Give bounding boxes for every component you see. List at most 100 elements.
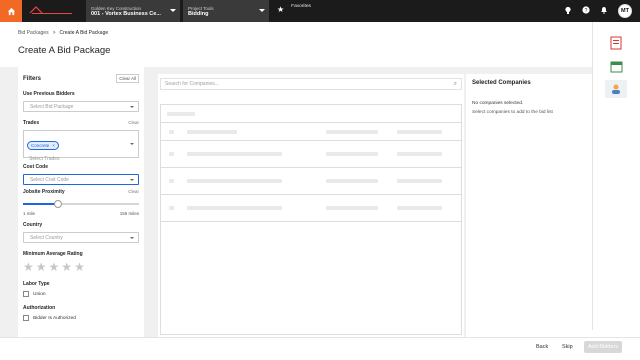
skeleton-bar (326, 179, 378, 183)
home-icon (7, 7, 15, 15)
star-icon[interactable]: ★ (23, 261, 34, 273)
previous-bidders-select[interactable]: Select Bid Package (23, 101, 139, 112)
skeleton-bar (397, 152, 442, 156)
project-selector[interactable]: Golden Key Construction 001 - Vortex Bus… (86, 0, 180, 22)
authorized-checkbox[interactable]: Bidder Is Authorized (23, 315, 139, 321)
chevron-down-icon (130, 237, 134, 239)
chevron-down-icon (170, 9, 176, 12)
project-tools-selector[interactable]: Project Tools Bidding (183, 0, 269, 22)
star-icon[interactable]: ★ (61, 261, 72, 273)
country-placeholder: Select Country (30, 234, 63, 241)
back-button[interactable]: Back (536, 344, 548, 350)
proximity-max: 155 miles (119, 211, 139, 216)
tools-value: Bidding (188, 10, 209, 17)
authorized-label: Bidder Is Authorized (33, 315, 76, 321)
star-icon: ★ (277, 5, 285, 14)
cost-code-label: Cost Code (23, 164, 48, 170)
favorites-label: Favorites (291, 4, 311, 9)
close-icon[interactable]: × (52, 143, 55, 148)
proximity-label: Jobsite Proximity (23, 189, 65, 195)
favorites-button[interactable]: ★ Favorites (277, 0, 311, 22)
breadcrumb-current: Create A Bid Package (59, 30, 109, 36)
filters-title: Filters (23, 75, 42, 82)
proximity-slider[interactable] (23, 199, 139, 209)
skip-button[interactable]: Skip (562, 344, 573, 350)
clear-all-button[interactable]: Clear All (116, 74, 139, 83)
skeleton-bar (169, 130, 174, 134)
skeleton-bar (326, 206, 378, 210)
authorization-label: Authorization (23, 305, 56, 311)
skeleton-bar (187, 152, 282, 156)
checkbox-box[interactable] (23, 315, 29, 321)
country-select[interactable]: Select Country (23, 232, 139, 243)
skeleton-bar (169, 206, 174, 210)
star-icon[interactable]: ★ (74, 261, 85, 273)
skeleton-bar (397, 130, 442, 134)
selected-title: Selected Companies (472, 80, 531, 86)
breadcrumb: Bid Packages > Create A Bid Package (18, 30, 108, 36)
cost-code-placeholder: Select Cost Code (30, 176, 69, 183)
chevron-down-icon (130, 143, 134, 145)
star-icon[interactable]: ★ (36, 261, 47, 273)
breadcrumb-separator: > (52, 30, 56, 36)
topbar-actions: ? MT (564, 0, 632, 22)
help-icon[interactable]: ? (582, 6, 590, 16)
page-footer: Back Skip Add Bidders (0, 337, 640, 360)
trade-chip-label: Concrete (31, 143, 50, 148)
selected-companies-panel: Selected Companies No companies selected… (466, 74, 592, 337)
skeleton-bar (169, 179, 174, 183)
selected-empty-message: No companies selected. (472, 101, 524, 106)
svg-text:?: ? (585, 8, 588, 14)
avatar[interactable]: MT (618, 4, 632, 18)
star-icon[interactable]: ★ (49, 261, 60, 273)
skeleton-bar (169, 152, 174, 156)
trades-select[interactable]: Concrete × Select Trades (23, 130, 139, 162)
rating-stars[interactable]: ★ ★ ★ ★ ★ (23, 261, 139, 273)
table-row (161, 141, 461, 168)
previous-bidders-placeholder: Select Bid Package (30, 103, 74, 110)
proximity-clear-button[interactable]: Clear (128, 189, 139, 195)
page-header: Bid Packages > Create A Bid Package Crea… (0, 22, 592, 67)
calendar-icon[interactable] (605, 57, 627, 75)
country-label: Country (23, 222, 43, 228)
union-checkbox[interactable]: Union (23, 291, 139, 297)
skeleton-bar (326, 130, 378, 134)
breadcrumb-bid-packages[interactable]: Bid Packages (18, 30, 49, 36)
cost-code-select[interactable]: Select Cost Code (23, 174, 139, 185)
search-placeholder: Search for Companies... (165, 81, 219, 87)
skeleton-bar (187, 179, 282, 183)
companies-panel: Search for Companies... ⌕ (158, 74, 464, 337)
trades-placeholder: Select Trades (29, 156, 60, 162)
table-row (161, 195, 461, 222)
labor-type-label: Labor Type (23, 281, 50, 287)
chevron-down-icon (259, 9, 265, 12)
chevron-down-icon (130, 106, 134, 108)
search-icon: ⌕ (453, 81, 457, 87)
company-search-input[interactable]: Search for Companies... ⌕ (160, 78, 462, 90)
content-area: Filters Clear All Use Previous Bidders S… (0, 67, 592, 337)
rating-label: Minimum Average Rating (23, 251, 83, 257)
trades-label: Trades (23, 120, 40, 126)
companies-table (160, 104, 462, 335)
project-name: 001 - Vortex Business Ce... (91, 10, 161, 17)
trades-clear-button[interactable]: Clear (128, 120, 139, 126)
bell-icon[interactable] (600, 6, 608, 16)
skeleton-bar (187, 206, 282, 210)
slider-fill (23, 203, 58, 205)
checkbox-box[interactable] (23, 291, 29, 297)
filters-panel: Filters Clear All Use Previous Bidders S… (18, 67, 144, 337)
skeleton-bar (397, 179, 442, 183)
lightbulb-icon[interactable] (564, 6, 572, 17)
skeleton-bar (187, 130, 237, 134)
slider-handle[interactable] (53, 200, 62, 208)
union-label: Union (33, 291, 46, 297)
add-bidders-button[interactable]: Add Bidders (584, 341, 622, 353)
skeleton-bar (167, 112, 195, 116)
table-header-row (161, 123, 461, 141)
bidders-icon[interactable] (605, 80, 627, 98)
skeleton-bar (397, 206, 442, 210)
proximity-min: 1 mile (23, 211, 36, 216)
company-logo (24, 0, 80, 22)
document-icon[interactable] (605, 34, 627, 52)
home-button[interactable] (0, 0, 22, 22)
